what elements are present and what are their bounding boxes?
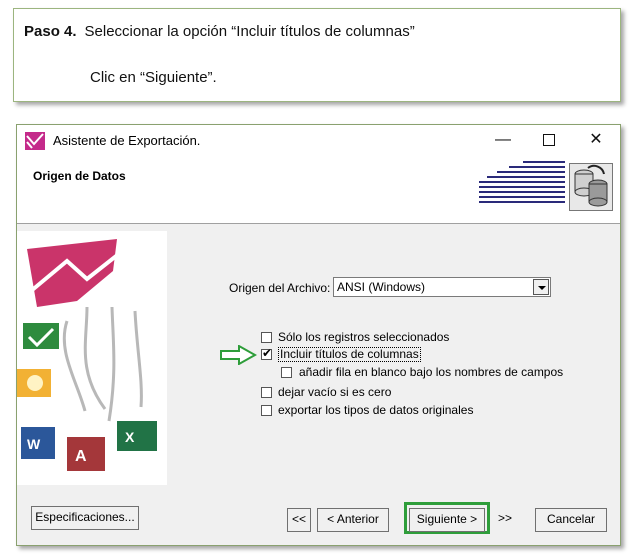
instruction-box: Paso 4. Seleccionar la opción “Incluir tí… [13, 8, 621, 102]
wizard-header: Origen de Datos [17, 157, 620, 224]
checkbox-blank-row[interactable] [281, 367, 292, 378]
checkbox-selected-records[interactable] [261, 332, 272, 343]
export-wizard-window: Asistente de Exportación. — ✕ Origen de … [16, 124, 621, 546]
step-text: Seleccionar la opción “Incluir títulos d… [84, 23, 415, 40]
label-blank-row: añadir fila en blanco bajo los nombres d… [299, 365, 564, 379]
label-original-types: exportar los tipos de datos originales [278, 403, 474, 417]
checkbox-include-column-titles[interactable]: ✔ [261, 346, 273, 360]
close-icon: ✕ [589, 131, 603, 148]
specifications-button[interactable]: Especificaciones... [31, 506, 139, 530]
next-button[interactable]: Siguiente > [409, 508, 485, 532]
header-stripes [479, 161, 565, 211]
svg-text:X: X [125, 429, 135, 445]
svg-text:W: W [27, 436, 41, 452]
wizard-illustration: W A X [17, 231, 167, 485]
step-label: Paso 4. [24, 23, 77, 40]
minimize-icon: — [495, 131, 511, 148]
label-include-column-titles: Incluir títulos de columnas [278, 347, 421, 362]
origin-label: Origen del Archivo: [229, 281, 331, 295]
origin-select[interactable]: ANSI (Windows) [333, 277, 551, 297]
close-button[interactable]: ✕ [573, 125, 619, 157]
last-page-button[interactable]: >> [493, 508, 517, 532]
section-title: Origen de Datos [33, 169, 126, 183]
instruction-line2: Clic en “Siguiente”. [90, 69, 217, 86]
chevron-down-icon[interactable] [533, 279, 549, 295]
window-title: Asistente de Exportación. [53, 133, 201, 148]
check-icon: ✔ [262, 346, 273, 360]
checkbox-empty-if-zero[interactable] [261, 387, 272, 398]
app-icon [25, 132, 45, 150]
maximize-icon [543, 133, 555, 146]
checkbox-original-types[interactable] [261, 405, 272, 416]
previous-button[interactable]: < Anterior [317, 508, 389, 532]
instruction-step: Paso 4. Seleccionar la opción “Incluir tí… [24, 23, 415, 40]
cancel-button[interactable]: Cancelar [535, 508, 607, 532]
label-selected-records: Sólo los registros seleccionados [278, 330, 450, 344]
maximize-button[interactable] [526, 125, 572, 157]
green-arrow-icon [220, 345, 257, 365]
title-bar[interactable]: Asistente de Exportación. — ✕ [17, 125, 620, 157]
first-page-button[interactable]: << [287, 508, 311, 532]
origin-value: ANSI (Windows) [337, 280, 426, 294]
database-icon [569, 163, 613, 211]
svg-text:A: A [75, 448, 87, 465]
minimize-button[interactable]: — [480, 125, 526, 157]
label-empty-if-zero: dejar vacío si es cero [278, 385, 392, 399]
